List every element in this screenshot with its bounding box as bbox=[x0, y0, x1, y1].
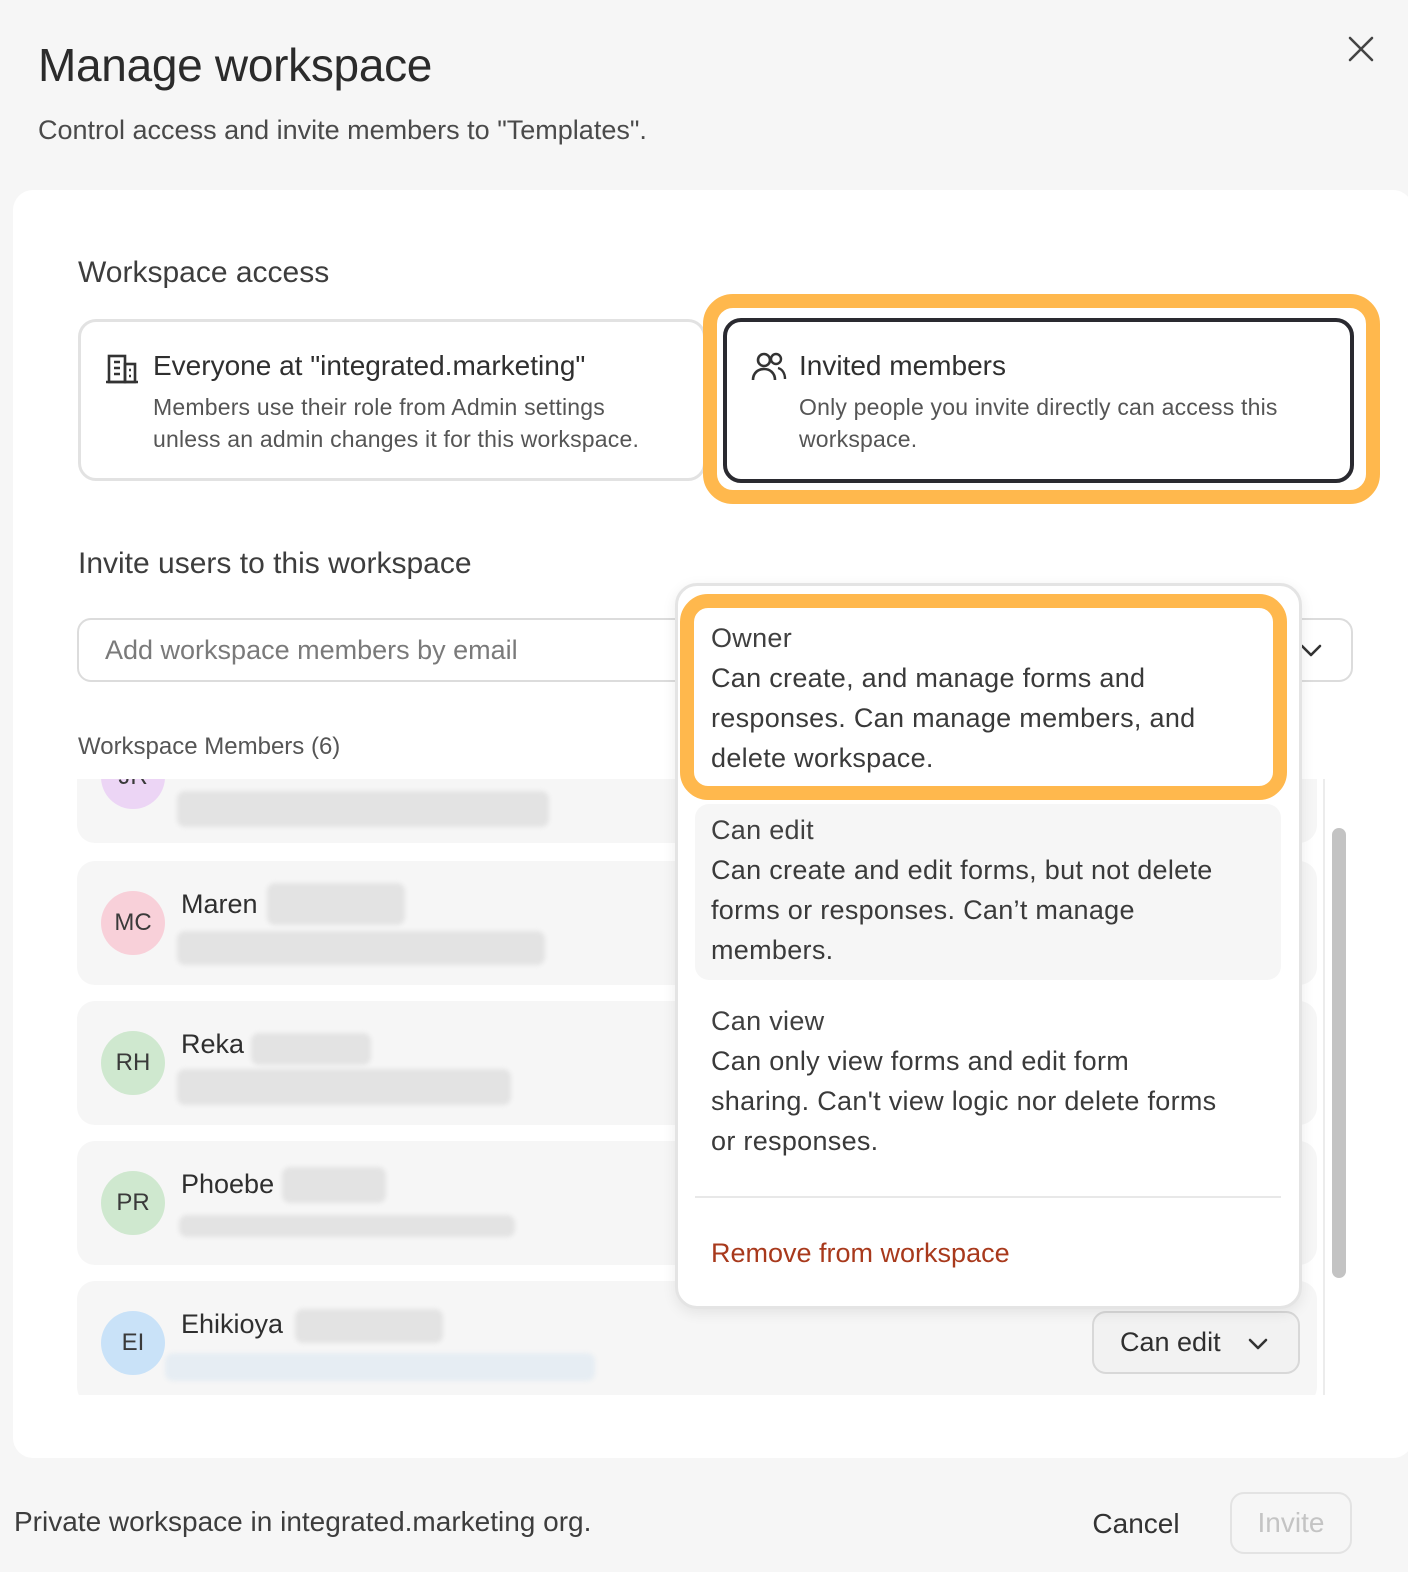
role-option-title: Can edit bbox=[711, 815, 814, 845]
highlight-frame bbox=[680, 594, 1287, 800]
member-name: Reka bbox=[181, 1029, 245, 1059]
member-name: Maren bbox=[181, 889, 258, 919]
avatar: PR bbox=[101, 1171, 165, 1235]
role-option-desc-line: Can create and edit forms, but not delet… bbox=[711, 855, 1213, 885]
members-count-label: Workspace Members (6) bbox=[78, 733, 341, 760]
cancel-button[interactable]: Cancel bbox=[1068, 1494, 1204, 1554]
avatar: MC bbox=[101, 891, 165, 955]
avatar: RH bbox=[101, 1031, 165, 1095]
role-option-desc-line: forms or responses. Can’t manage bbox=[711, 895, 1135, 925]
role-option-desc-line: or responses. bbox=[711, 1126, 879, 1156]
redacted-email bbox=[177, 931, 545, 965]
building-icon bbox=[106, 354, 138, 384]
avatar: EI bbox=[101, 1311, 165, 1375]
access-option-title: Invited members bbox=[799, 350, 1006, 381]
menu-divider bbox=[695, 1196, 1281, 1198]
footer-note: Private workspace in integrated.marketin… bbox=[14, 1506, 592, 1537]
access-option-desc-line2: workspace. bbox=[799, 426, 918, 452]
role-option-desc-line: members. bbox=[711, 935, 834, 965]
invite-heading: Invite users to this workspace bbox=[78, 547, 472, 580]
users-icon bbox=[751, 352, 787, 381]
remove-from-workspace-button[interactable]: Remove from workspace bbox=[711, 1238, 1010, 1269]
access-option-invited[interactable]: Invited members Only people you invite d… bbox=[723, 318, 1354, 483]
access-option-desc-line1: Only people you invite directly can acce… bbox=[799, 394, 1278, 420]
close-button[interactable] bbox=[1340, 28, 1382, 70]
redacted-email bbox=[177, 791, 549, 827]
member-role-select[interactable]: Can edit bbox=[1092, 1311, 1300, 1374]
member-name: Phoebe bbox=[181, 1169, 275, 1199]
role-option-can-view[interactable]: Can view Can only view forms and edit fo… bbox=[711, 1001, 1216, 1161]
chevron-down-icon bbox=[1248, 1338, 1268, 1350]
workspace-access-heading: Workspace access bbox=[78, 256, 330, 289]
avatar: JR bbox=[101, 779, 165, 809]
role-select-label: Can edit bbox=[1120, 1327, 1221, 1357]
redacted-email bbox=[165, 1353, 595, 1381]
invite-button[interactable]: Invite bbox=[1230, 1492, 1352, 1554]
dialog-title: Manage workspace bbox=[38, 39, 433, 91]
role-option-title: Can view bbox=[711, 1006, 825, 1036]
redacted-surname bbox=[267, 883, 405, 925]
dialog-subtitle: Control access and invite members to "Te… bbox=[38, 115, 647, 145]
role-option-desc-line: sharing. Can't view logic nor delete for… bbox=[711, 1086, 1217, 1116]
role-option-desc-line: Can only view forms and edit form bbox=[711, 1046, 1130, 1076]
role-option-can-edit[interactable]: Can edit Can create and edit forms, but … bbox=[711, 810, 1213, 970]
access-option-desc-line1: Members use their role from Admin settin… bbox=[153, 394, 605, 420]
redacted-email bbox=[177, 1069, 511, 1105]
member-name: Ehikioya bbox=[181, 1309, 284, 1339]
access-option-title: Everyone at "integrated.marketing" bbox=[153, 350, 586, 381]
redacted-surname bbox=[295, 1309, 443, 1343]
access-option-everyone[interactable]: Everyone at "integrated.marketing" Membe… bbox=[78, 319, 706, 481]
redacted-surname bbox=[251, 1033, 371, 1065]
redacted-surname bbox=[282, 1167, 386, 1203]
access-option-desc-line2: unless an admin changes it for this work… bbox=[153, 426, 640, 452]
close-icon bbox=[1348, 36, 1374, 62]
scrollbar-thumb[interactable] bbox=[1332, 828, 1346, 1278]
redacted-email bbox=[179, 1215, 515, 1237]
